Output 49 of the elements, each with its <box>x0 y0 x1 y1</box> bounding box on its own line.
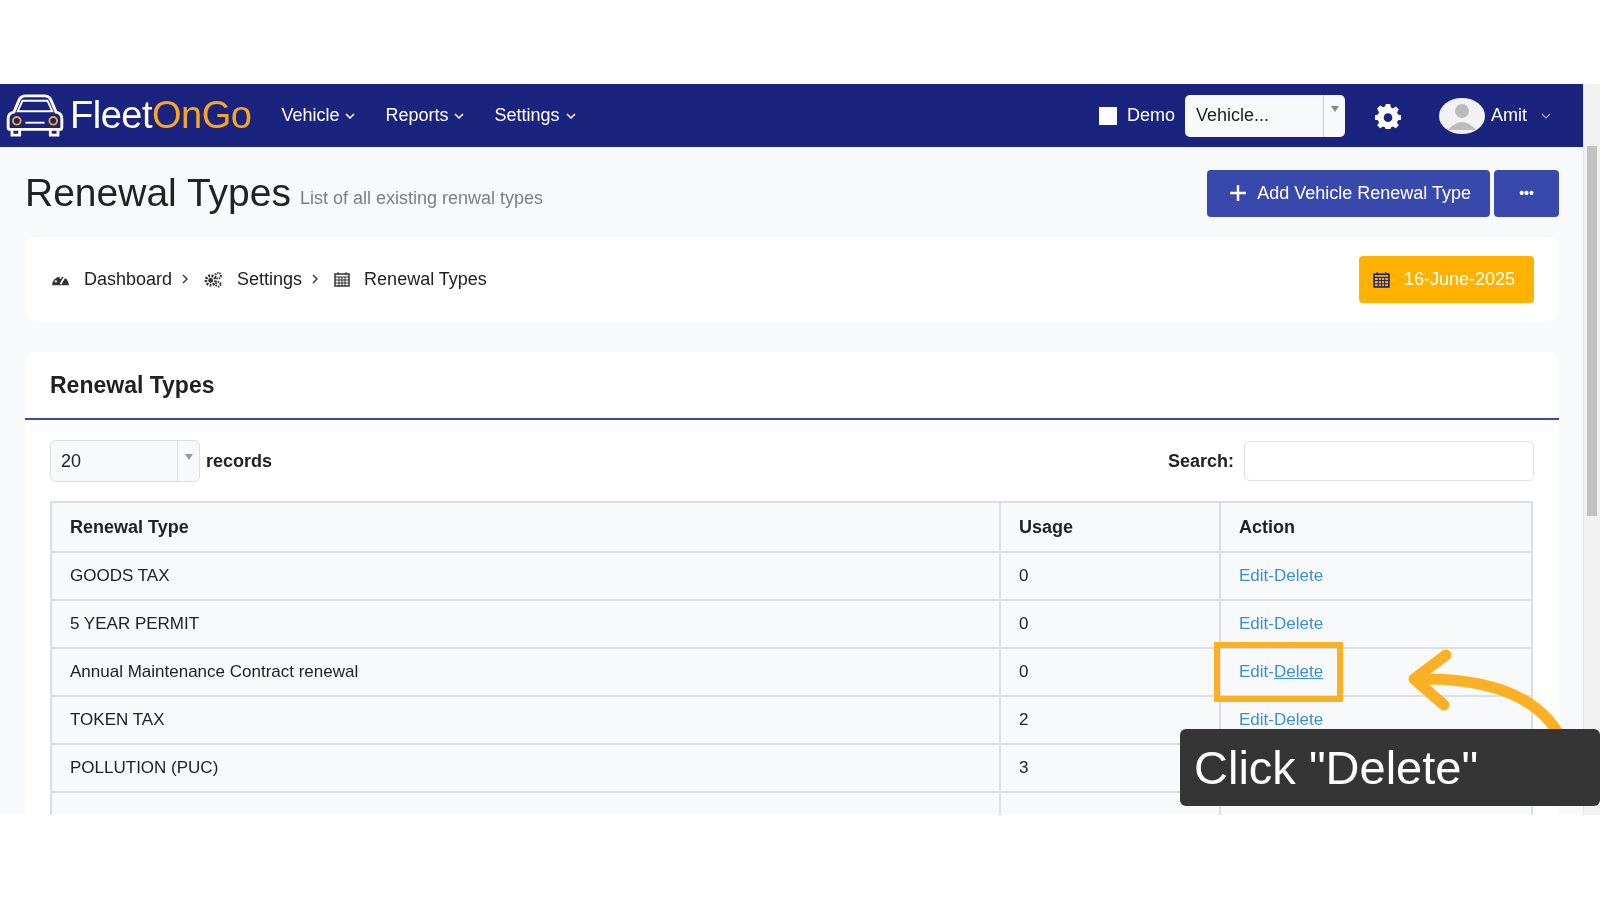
card-title: Renewal Types <box>25 352 1559 420</box>
nav-menu-item[interactable]: Settings <box>494 105 560 126</box>
page-subtitle: List of all existing renwal types <box>299 187 544 209</box>
column-header[interactable]: Renewal Type <box>51 502 1000 552</box>
table-cell: 0 <box>1000 648 1220 696</box>
breadcrumb-link[interactable]: Settings <box>237 268 303 290</box>
caret-down-icon[interactable] <box>184 454 193 460</box>
calendar-icon <box>1372 270 1390 288</box>
records-label: records <box>206 450 273 472</box>
settings-icon[interactable] <box>1375 102 1401 129</box>
vehicle-select[interactable]: Vehicle... <box>1185 94 1345 137</box>
logo-text: FleetOnGo <box>70 94 252 137</box>
breadcrumb-current: Renewal Types <box>364 268 487 290</box>
table-cell: Annual Maintenance Contract renewal <box>51 648 1000 696</box>
table-cell: 0 <box>1000 600 1220 648</box>
page-title: Renewal Types <box>25 171 291 215</box>
car-logo-icon <box>4 92 66 139</box>
chevron-icon <box>312 274 319 284</box>
chevron-icon <box>182 274 189 284</box>
page-size-select[interactable]: 20 <box>50 440 200 482</box>
table-cell: 0 <box>1000 552 1220 600</box>
gears-icon <box>204 270 224 288</box>
nav-menu-item[interactable]: Vehicle <box>281 105 340 126</box>
calendar-icon <box>334 271 351 287</box>
nav-menu-item[interactable]: Reports <box>385 105 449 126</box>
demo-label: Demo <box>1127 105 1175 126</box>
avatar-icon[interactable] <box>1439 97 1485 134</box>
breadcrumb-link[interactable]: Dashboard <box>84 268 173 290</box>
scrollbar-thumb[interactable] <box>1587 146 1597 516</box>
add-renewal-type-button[interactable]: Add Vehicle Renewal Type <box>1207 169 1490 217</box>
table-cell: GOODS TAX <box>51 552 1000 600</box>
demo-checkbox[interactable] <box>1099 106 1117 125</box>
tooltip-callout: Click "Delete" <box>1180 729 1600 806</box>
more-button[interactable]: ••• <box>1494 169 1559 217</box>
search-field[interactable] <box>1244 441 1534 481</box>
search-label: Search: <box>1167 450 1234 472</box>
table-cell: TOKEN TAX <box>51 696 1000 744</box>
user-menu[interactable]: Amit <box>1491 105 1527 126</box>
column-header[interactable]: Usage <box>1000 502 1220 552</box>
chevron-down-icon[interactable] <box>1541 112 1551 119</box>
table-cell: 5 YEAR PERMIT <box>51 600 1000 648</box>
caret-down-icon[interactable] <box>1330 105 1339 112</box>
column-header[interactable]: Action <box>1220 502 1532 552</box>
link-separator: - <box>1268 662 1274 681</box>
plus-icon <box>1229 184 1248 202</box>
table-cell: POLLUTION (PUC) <box>51 744 1000 792</box>
link-separator: - <box>1268 566 1274 585</box>
link-separator: - <box>1268 710 1274 729</box>
link-separator: - <box>1268 614 1274 633</box>
